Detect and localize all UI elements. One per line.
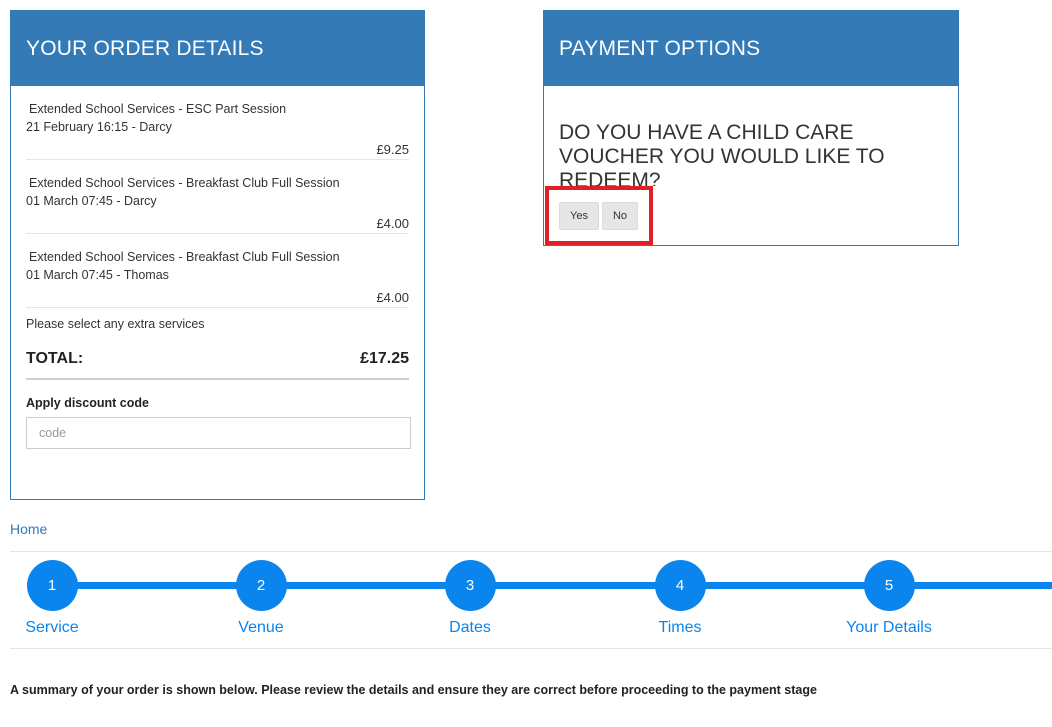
step-label: Your Details xyxy=(846,619,932,636)
breadcrumb-home-link[interactable]: Home xyxy=(10,521,47,537)
divider xyxy=(10,551,1052,552)
order-summary-instructions: A summary of your order is shown below. … xyxy=(10,683,817,697)
order-items-list: Extended School Services - ESC Part Sess… xyxy=(26,86,409,308)
order-item-when: 01 March 07:45 - Darcy xyxy=(26,194,157,208)
step-number: 5 xyxy=(863,560,915,611)
order-item: Extended School Services - ESC Part Sess… xyxy=(26,86,409,160)
order-item-name: Extended School Services - ESC Part Sess… xyxy=(29,102,287,116)
order-item-price: £4.00 xyxy=(376,290,409,305)
order-item-when: 21 February 16:15 - Darcy xyxy=(26,120,172,134)
order-item-price: £4.00 xyxy=(376,216,409,231)
discount-code-label: Apply discount code xyxy=(26,396,149,410)
voucher-buttons-highlight: Yes No xyxy=(545,186,653,245)
payment-options-panel: PAYMENT OPTIONS DO YOU HAVE A CHILD CARE… xyxy=(543,10,959,246)
order-item: Extended School Services - Breakfast Clu… xyxy=(26,160,409,234)
step-number: 2 xyxy=(235,560,287,611)
step-number: 3 xyxy=(444,560,496,611)
page: YOUR ORDER DETAILS Extended School Servi… xyxy=(0,0,1052,727)
order-item: Extended School Services - Breakfast Clu… xyxy=(26,234,409,308)
payment-options-title: PAYMENT OPTIONS xyxy=(544,11,958,86)
voucher-no-button[interactable]: No xyxy=(601,201,639,230)
total-label: TOTAL: xyxy=(26,350,84,367)
order-details-panel: YOUR ORDER DETAILS Extended School Servi… xyxy=(10,10,425,500)
extra-services-text: Please select any extra services xyxy=(26,317,205,331)
step-label: Service xyxy=(25,619,79,636)
total-value: £17.25 xyxy=(360,350,409,367)
progress-stepper: 1 Service 2 Venue 3 Dates 4 Times 5 Your… xyxy=(0,555,1052,645)
order-item-name: Extended School Services - Breakfast Clu… xyxy=(29,176,340,190)
step-your-details[interactable]: 5 Your Details xyxy=(839,560,939,637)
step-dates[interactable]: 3 Dates xyxy=(420,560,520,637)
step-number: 1 xyxy=(26,560,78,611)
step-label: Dates xyxy=(449,619,491,636)
step-label: Times xyxy=(658,619,702,636)
step-number: 4 xyxy=(654,560,706,611)
discount-code-input[interactable] xyxy=(26,417,411,449)
order-item-when: 01 March 07:45 - Thomas xyxy=(26,268,169,282)
order-item-name: Extended School Services - Breakfast Clu… xyxy=(29,250,340,264)
order-total-row: TOTAL: £17.25 xyxy=(26,340,409,380)
voucher-question: DO YOU HAVE A CHILD CARE VOUCHER YOU WOU… xyxy=(559,121,885,186)
divider xyxy=(10,648,1052,649)
step-label: Venue xyxy=(238,619,284,636)
step-venue[interactable]: 2 Venue xyxy=(211,560,311,637)
voucher-yes-button[interactable]: Yes xyxy=(559,201,599,230)
order-item-price: £9.25 xyxy=(376,142,409,157)
step-times[interactable]: 4 Times xyxy=(630,560,730,637)
order-details-title: YOUR ORDER DETAILS xyxy=(11,11,424,86)
step-service[interactable]: 1 Service xyxy=(2,560,102,637)
